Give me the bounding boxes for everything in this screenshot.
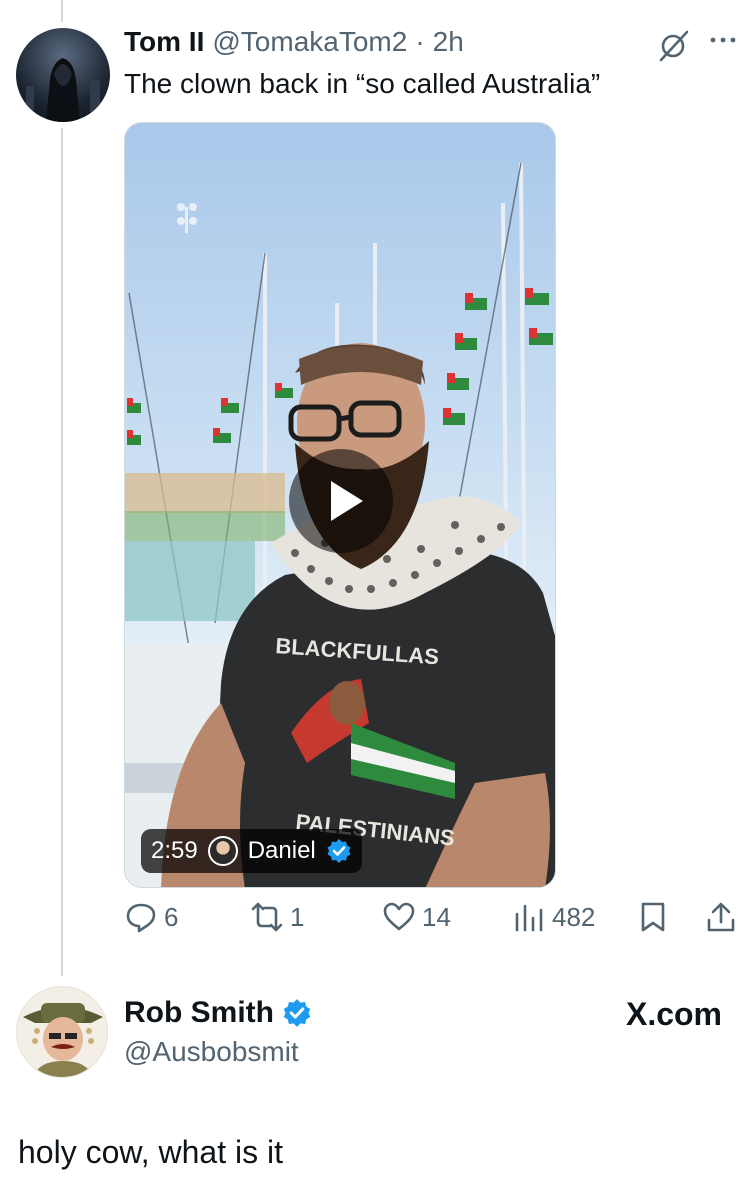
like-icon <box>383 902 415 931</box>
like-button[interactable]: 14 <box>382 900 451 934</box>
thread-line-top <box>61 0 63 22</box>
reply-author-name-row: Rob Smith <box>124 996 312 1030</box>
author-name[interactable]: Tom II <box>124 26 204 58</box>
share-icon <box>707 902 735 932</box>
bookmark-icon <box>641 902 665 932</box>
play-button[interactable] <box>289 449 393 553</box>
reply-count: 6 <box>164 901 179 932</box>
thread-line <box>61 128 63 976</box>
source-name[interactable]: Daniel <box>248 837 316 865</box>
grok-icon[interactable] <box>655 28 691 64</box>
site-label: X.com <box>625 996 722 1032</box>
play-icon <box>331 481 363 521</box>
video-duration: 2:59 <box>151 837 198 864</box>
reply-author-name[interactable]: Rob Smith <box>124 996 274 1030</box>
author-handle[interactable]: @TomakaTom2 <box>212 26 407 58</box>
tweet-time[interactable]: 2h <box>433 26 464 58</box>
hat-man-avatar-icon <box>23 1003 103 1077</box>
tweet-actions: 6 1 14 482 <box>124 900 744 944</box>
share-button[interactable] <box>704 900 738 934</box>
views-button[interactable]: 482 <box>512 900 595 934</box>
repost-button[interactable]: 1 <box>250 900 304 934</box>
like-count: 14 <box>422 901 451 932</box>
reply-author-handle[interactable]: @Ausbobsmit <box>124 1036 299 1068</box>
views-icon <box>515 904 543 932</box>
source-avatar <box>207 836 238 866</box>
more-icon[interactable] <box>705 28 741 52</box>
tweet-text: The clown back in “so called Australia” <box>124 68 601 99</box>
reply-icon <box>126 903 156 933</box>
bookmark-button[interactable] <box>636 900 670 934</box>
hooded-figure-icon <box>26 58 100 122</box>
repost-icon <box>251 902 283 932</box>
reply-button[interactable]: 6 <box>124 900 178 934</box>
reply-author-avatar[interactable] <box>16 986 108 1078</box>
watermark-icon <box>177 203 197 233</box>
author-avatar[interactable] <box>16 28 110 122</box>
tweet-header: Tom II @TomakaTom2 · 2h <box>124 26 464 62</box>
video-player[interactable]: BLACKFULLAS PALESTINIANS 2:59 Daniel <box>124 122 556 888</box>
reply-text: holy cow, what is it <box>18 1134 283 1170</box>
views-count: 482 <box>552 901 596 932</box>
video-info-badge: 2:59 Daniel <box>141 829 362 873</box>
repost-count: 1 <box>290 901 305 932</box>
verified-badge-icon <box>327 839 351 863</box>
separator-dot: · <box>415 26 425 57</box>
verified-badge-icon <box>283 999 311 1027</box>
